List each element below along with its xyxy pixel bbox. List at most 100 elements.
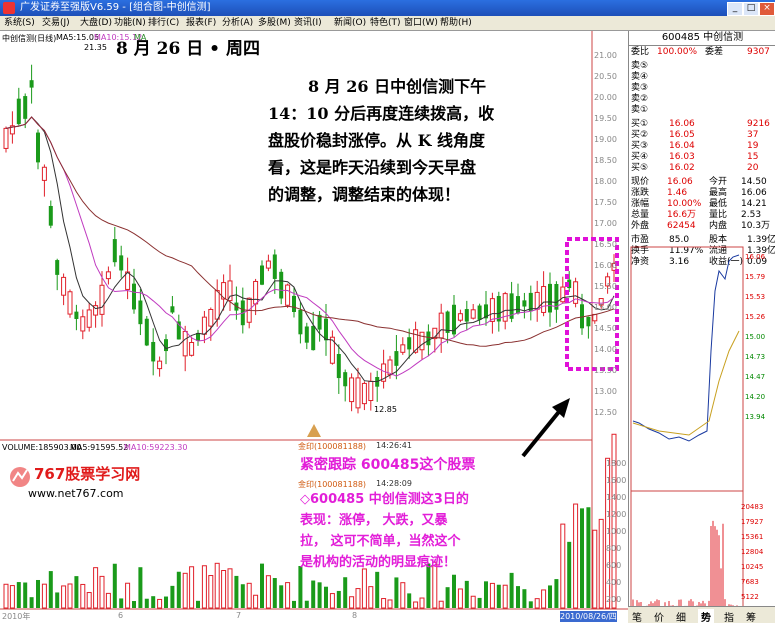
stat-row: 涨跌 1.46 最高 16.06 — [629, 188, 775, 199]
mini-price-tick: 15.79 — [745, 273, 766, 281]
volume-tick: 1200 — [606, 510, 627, 519]
main-annotation-line: 盘股价稳封涨停。从 K 线角度 — [268, 131, 486, 150]
logo-icon — [10, 467, 30, 487]
buy-row: 买④ 16.03 15 — [629, 152, 775, 163]
stat-label: 今开 — [709, 177, 728, 187]
sell-label: 卖③ — [631, 83, 649, 93]
buy-price: 16.03 — [669, 152, 695, 162]
buy-label: 买② — [631, 130, 649, 140]
sell-label: 卖④ — [631, 72, 649, 82]
main-annotation: 8 月 26 日中创信测下午 14：10 分后再度连续拨高，收 盘股价稳封涨停。… — [268, 73, 494, 208]
menu-multistock[interactable]: 多股(M) — [258, 16, 291, 30]
buy-price: 16.04 — [669, 141, 695, 151]
buy-row: 买① 16.06 9216 — [629, 119, 775, 130]
price-tick: 19.00 — [594, 135, 617, 144]
kline-chart-area[interactable]: 中创信测(日线) MA5:15.05 MA10:15.12 MA 21.35 1… — [0, 31, 628, 623]
menu-system[interactable]: 系统(S) — [4, 16, 35, 30]
menu-window[interactable]: 窗口(W) — [404, 16, 438, 30]
minimize-button[interactable]: _ — [727, 2, 743, 16]
tab-trend[interactable]: 势 — [698, 609, 714, 624]
menu-info[interactable]: 资讯(I) — [294, 16, 322, 30]
buy-volume: 20 — [747, 163, 759, 173]
sell-row: 卖③ — [629, 83, 775, 94]
follow-message: 紧密跟踪 600485这个股票 — [300, 457, 476, 473]
tab-price[interactable]: 价 — [654, 609, 664, 624]
menu-help[interactable]: 帮助(H) — [440, 16, 472, 30]
mini-price-tick: 16.06 — [745, 253, 766, 261]
mini-volume-tick: 7683 — [741, 578, 759, 586]
buy-label: 买③ — [631, 141, 649, 151]
mini-price-tick: 15.26 — [745, 313, 766, 321]
stat-label: 最高 — [709, 188, 728, 198]
buy-label: 买⑤ — [631, 163, 649, 173]
stat-value: 16.06 — [741, 188, 767, 198]
window-title: 广发证券至强版V6.59 - [组合图-中创信测] — [20, 2, 211, 13]
menu-analysis[interactable]: 分析(A) — [222, 16, 253, 30]
mini-price-tick: 15.00 — [745, 333, 766, 341]
main-annotation-line: 的调整，调整结束的体现！ — [268, 185, 461, 204]
price-tick: 12.50 — [594, 408, 617, 417]
app-icon — [3, 2, 15, 14]
purple-line: 表现：涨停， 大跌，又暴 — [300, 513, 448, 528]
stat-label: 涨跌 — [631, 188, 650, 198]
kline-label: 中创信测(日线) — [2, 34, 57, 43]
buy-price: 16.05 — [669, 130, 695, 140]
buy-price: 16.02 — [669, 163, 695, 173]
menu-news[interactable]: 新闻(O) — [334, 16, 366, 30]
quote-tabs: 笔 价 细 势 指 筹 — [628, 606, 775, 624]
stat-value: 16.06 — [667, 177, 693, 187]
menu-market[interactable]: 大盘(D) — [80, 16, 112, 30]
tab-detail[interactable]: 细 — [676, 609, 686, 624]
menu-trade[interactable]: 交易(J) — [42, 16, 70, 30]
sell-row: 卖① — [629, 105, 775, 116]
mini-price-tick: 14.73 — [745, 353, 766, 361]
webi-label: 委比 — [631, 47, 650, 57]
vol-ma5-label: MA5:91595.52 — [70, 443, 129, 452]
price-tick: 21.00 — [594, 51, 617, 60]
price-tick: 13.50 — [594, 366, 617, 375]
maximize-button[interactable]: □ — [743, 2, 759, 16]
purple-annotation: ◇600485 中创信测这3日的 表现：涨停， 大跌，又暴 拉， 这可不简单，当… — [300, 489, 469, 573]
volume-tick: 800 — [606, 544, 622, 553]
buy-volume: 19 — [747, 141, 759, 151]
price-tick: 20.00 — [594, 93, 617, 102]
menu-function[interactable]: 功能(N) — [114, 16, 146, 30]
tab-index[interactable]: 指 — [724, 609, 734, 624]
tab-chips[interactable]: 筹 — [746, 609, 756, 624]
price-tick: 14.00 — [594, 345, 617, 354]
purple-line: 是机构的活动的明显痕迹！ — [300, 555, 457, 570]
high-mark: 21.35 — [84, 43, 107, 52]
price-tick: 15.50 — [594, 282, 617, 291]
price-tick: 16.00 — [594, 261, 617, 270]
stat-label: 现价 — [631, 177, 650, 187]
price-tick: 16.50 — [594, 240, 617, 249]
close-button[interactable]: × — [759, 2, 775, 16]
buy-row: 买⑤ 16.02 20 — [629, 163, 775, 174]
main-annotation-line: 14：10 分后再度连续拨高，收 — [268, 104, 495, 123]
price-tick: 13.00 — [594, 387, 617, 396]
price-tick: 14.50 — [594, 324, 617, 333]
mini-price-tick: 13.94 — [745, 413, 766, 421]
buy-volume: 9216 — [747, 119, 770, 129]
menu-feature[interactable]: 特色(T) — [370, 16, 401, 30]
date-tick: 6 — [118, 611, 124, 620]
weicha-label: 委差 — [705, 47, 724, 57]
price-tick: 18.50 — [594, 156, 617, 165]
sell-label: 卖⑤ — [631, 61, 649, 71]
menu-report[interactable]: 报表(F) — [186, 16, 216, 30]
stat-row: 现价 16.06 今开 14.50 — [629, 177, 775, 188]
stat-value: 1.46 — [667, 188, 688, 198]
tab-trades[interactable]: 笔 — [632, 609, 642, 624]
volume-tick: 1400 — [606, 493, 627, 502]
mini-volume-tick: 20483 — [741, 503, 764, 511]
mini-price-tick: 14.47 — [745, 373, 766, 381]
price-tick: 15.00 — [594, 303, 617, 312]
price-tick: 17.50 — [594, 198, 617, 207]
menu-rank[interactable]: 排行(C) — [148, 16, 179, 30]
date-tick: 8 — [352, 611, 358, 620]
sell-row: 卖⑤ — [629, 61, 775, 72]
mini-price-tick: 14.20 — [745, 393, 766, 401]
buy-label: 买④ — [631, 152, 649, 162]
buy-volume: 15 — [747, 152, 759, 162]
webi-row: 委比 100.00% 委差 9307 — [629, 47, 775, 58]
